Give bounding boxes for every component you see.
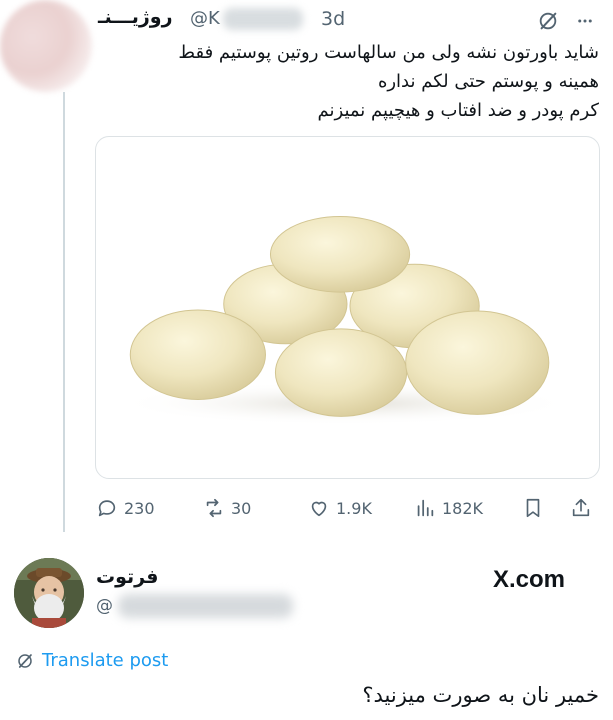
repost-icon xyxy=(206,498,222,518)
quote-author-handle[interactable]: @ xyxy=(96,596,113,616)
reply-icon xyxy=(98,500,116,517)
thread-line xyxy=(63,92,65,532)
share-button[interactable] xyxy=(570,494,592,522)
tweet-author-name[interactable]: روژیـــنـ xyxy=(98,6,173,28)
share-icon xyxy=(572,498,590,517)
translate-label: Translate post xyxy=(42,650,169,671)
views-count: 182K xyxy=(442,498,484,518)
tweet-line: همینه و پوستم حتی لکم نداره xyxy=(377,71,599,92)
grok-icon[interactable] xyxy=(537,10,559,32)
handle-redaction xyxy=(223,8,303,30)
x-brand-label: X.com xyxy=(493,566,566,593)
tweet-author-handle[interactable]: @K xyxy=(190,8,220,29)
handle-redaction xyxy=(118,594,293,618)
views-button[interactable]: 182K xyxy=(414,494,483,522)
repost-count: 30 xyxy=(231,498,252,518)
tweet-line: کرم پودر و ضد افتاب و هیچیپم نمیزنم xyxy=(317,100,599,121)
tweet-image[interactable] xyxy=(95,136,600,479)
reply-button[interactable]: 230 xyxy=(96,494,155,522)
like-icon xyxy=(311,501,327,517)
tweet-line: شاید باورتون نشه ولی من سالهاست روتین پو… xyxy=(178,42,599,63)
quote-author-name[interactable]: فرتوت xyxy=(96,566,158,588)
tweet-header: روژیـــنـ @K 3d xyxy=(0,6,613,32)
bookmark-button[interactable] xyxy=(522,494,544,522)
quote-post-text: خمیر نان به صورت میزنید؟ xyxy=(362,683,599,707)
quote-author-avatar[interactable] xyxy=(14,558,84,628)
reply-count: 230 xyxy=(124,498,155,518)
grok-icon xyxy=(18,653,32,668)
like-count: 1.9K xyxy=(336,498,372,518)
tweet-body: شاید باورتون نشه ولی من سالهاست روتین پو… xyxy=(79,38,599,125)
more-icon[interactable] xyxy=(575,12,595,30)
tweet-actions: 230 30 1.9K 182K xyxy=(0,494,613,524)
tweet-timestamp[interactable]: 3d xyxy=(321,8,345,30)
repost-button[interactable]: 30 xyxy=(203,494,251,522)
dough-balls-photo xyxy=(116,216,574,426)
bearded-man-avatar xyxy=(14,558,84,628)
bookmark-icon xyxy=(526,498,540,518)
translate-post-link[interactable]: Translate post xyxy=(16,650,168,671)
like-button[interactable]: 1.9K xyxy=(308,494,372,522)
views-icon xyxy=(417,499,434,517)
